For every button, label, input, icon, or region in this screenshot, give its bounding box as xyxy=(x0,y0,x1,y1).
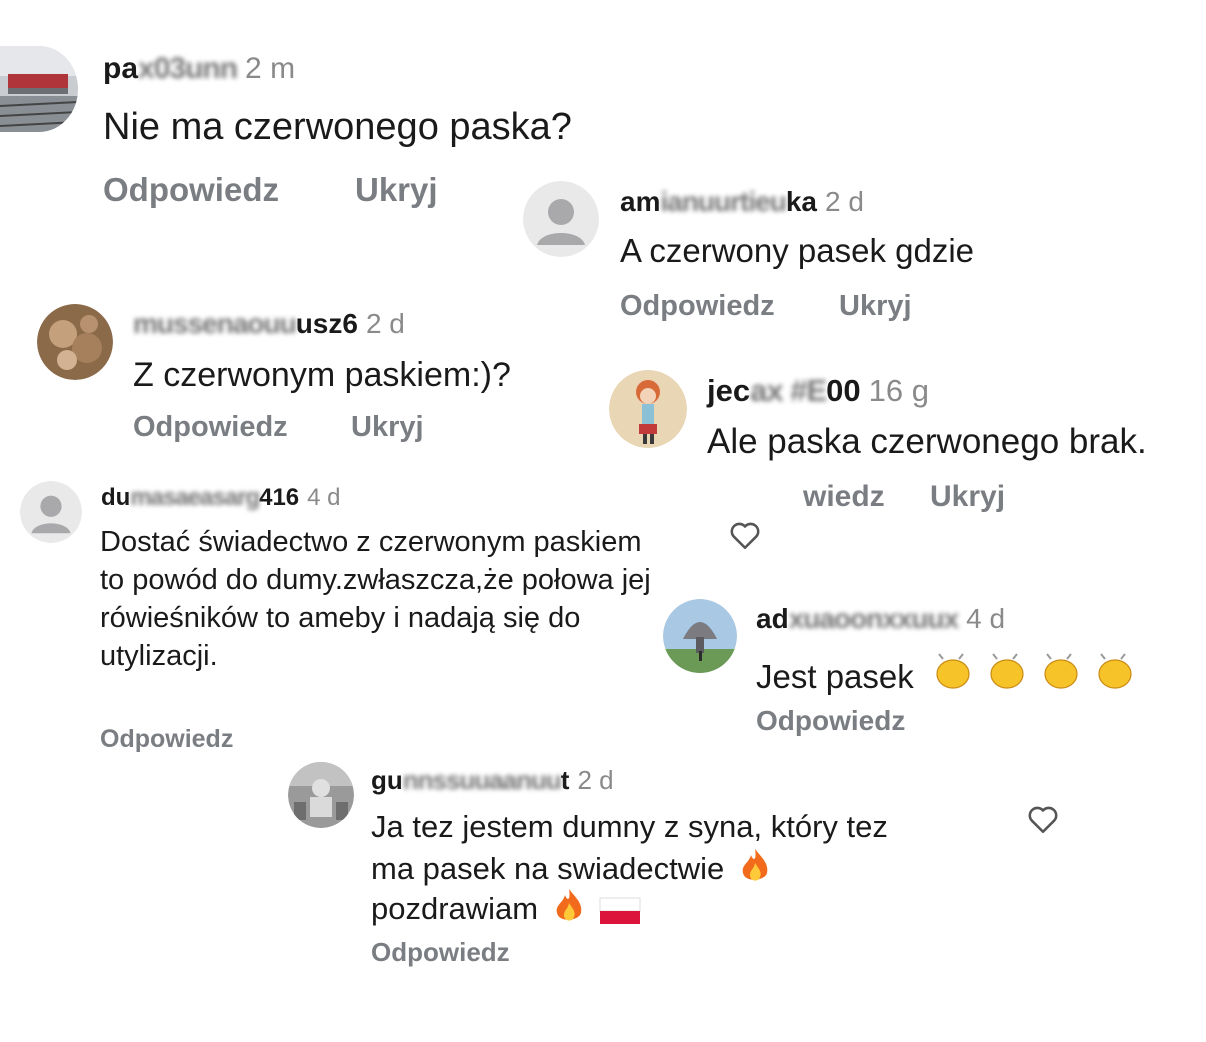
comment-7-reply-button[interactable]: Odpowiedz xyxy=(371,937,510,968)
heart-outline-icon xyxy=(730,522,760,550)
comment-7-text-line-3: pozdrawiam xyxy=(371,887,641,933)
comment-4-text: Ale paska czerwonego brak. xyxy=(707,422,1147,461)
default-avatar[interactable] xyxy=(523,181,599,257)
comment-1-username[interactable]: pax03unn 2 m xyxy=(103,52,295,86)
comment-5-text: Dostać świadectwo z czerwonym paskiem to… xyxy=(100,526,651,672)
comment-2-text: A czerwony pasek gdzie xyxy=(620,232,975,269)
comment-5-username[interactable]: dumasaeasarg416 4 d xyxy=(101,484,341,512)
comment-6-text-line: Jest pasek xyxy=(756,648,1139,702)
comment-2-username[interactable]: amianuurtieuka 2 d xyxy=(620,186,864,218)
comment-4-reply-button[interactable]: wiedz xyxy=(803,480,885,514)
heart-outline-icon xyxy=(1028,806,1058,834)
comment-4-username[interactable]: jecax #E00 16 g xyxy=(707,373,929,409)
cookies-photo-icon xyxy=(37,304,113,380)
comment-3-hide-button[interactable]: Ukryj xyxy=(351,411,424,444)
comment-2-hide-button[interactable]: Ukryj xyxy=(839,290,912,323)
comment-1-timestamp: 2 m xyxy=(245,52,296,85)
comment-7-text-line-2-words: ma pasek na swiadectwie xyxy=(371,851,725,886)
comment-7-text-line-3-words: pozdrawiam xyxy=(371,891,539,926)
comment-6-text: Jest pasek xyxy=(756,658,914,695)
comment-3-username[interactable]: mussenaouuusz6 2 d xyxy=(133,308,405,340)
comment-3-reply-button[interactable]: Odpowiedz xyxy=(133,411,288,444)
comment-3-timestamp: 2 d xyxy=(365,308,405,339)
like-button[interactable] xyxy=(728,519,762,551)
comment-4-timestamp: 16 g xyxy=(868,373,929,408)
default-avatar-icon xyxy=(20,481,82,543)
comment-7-timestamp: 2 d xyxy=(577,765,614,795)
person-photo-icon xyxy=(288,762,354,828)
comment-3-text: Z czerwonym paskiem:)? xyxy=(133,356,511,394)
comment-4-hide-button[interactable]: Ukryj xyxy=(930,480,1005,514)
comment-7-text-line-1: Ja tez jestem dumny z syna, który tez xyxy=(371,809,888,844)
avatar-photo-cookies[interactable] xyxy=(37,304,113,380)
clapping-hands-emoji xyxy=(929,648,1139,702)
fire-emoji xyxy=(739,847,771,893)
comment-2-reply-button[interactable]: Odpowiedz xyxy=(620,290,775,323)
avatar-photo-person[interactable] xyxy=(288,762,354,828)
comment-1-text: Nie ma czerwonego paska? xyxy=(103,106,572,148)
comment-5-timestamp: 4 d xyxy=(307,484,341,511)
avatar-photo-statue[interactable] xyxy=(663,599,737,673)
comment-5-reply-button[interactable]: Odpowiedz xyxy=(100,725,233,754)
comment-2-timestamp: 2 d xyxy=(824,186,864,217)
avatar-photo-figure[interactable] xyxy=(609,370,687,448)
comment-6-timestamp: 4 d xyxy=(966,603,1006,634)
default-avatar[interactable] xyxy=(20,481,82,543)
statue-photo-icon xyxy=(663,599,737,673)
figure-photo-icon xyxy=(609,370,687,448)
comment-6-username[interactable]: adxuaoonxxuux 4 d xyxy=(756,603,1005,635)
comments-collage: pax03unn 2 m Nie ma czerwonego paska? Odp… xyxy=(0,0,1206,1042)
like-button[interactable] xyxy=(1026,803,1060,835)
comment-1-reply-button[interactable]: Odpowiedz xyxy=(103,171,279,209)
fire-emoji xyxy=(553,887,585,933)
avatar-photo-train-station[interactable] xyxy=(0,46,78,132)
poland-flag-emoji xyxy=(599,897,641,933)
comment-6-reply-button[interactable]: Odpowiedz xyxy=(756,705,905,737)
train-station-photo-icon xyxy=(0,46,78,132)
comment-7-username[interactable]: gunnssuuaanuut 2 d xyxy=(371,765,614,796)
comment-1-hide-button[interactable]: Ukryj xyxy=(355,171,438,209)
default-avatar-icon xyxy=(523,181,599,257)
